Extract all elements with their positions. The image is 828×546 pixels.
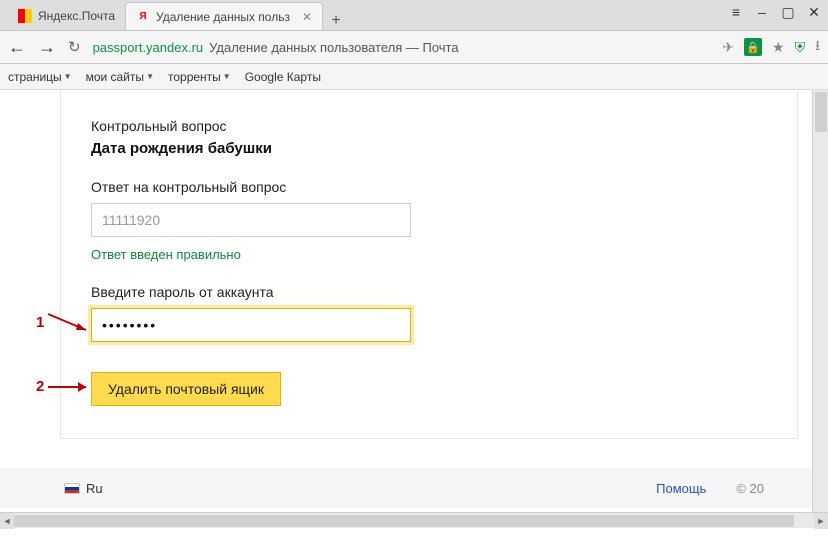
- bookmarks-bar: страницы▼ мои сайты▼ торренты▼ Google Ка…: [0, 64, 828, 90]
- maximize-icon[interactable]: ▢: [780, 4, 796, 21]
- forward-icon[interactable]: →: [38, 37, 56, 58]
- menu-icon[interactable]: ≡: [728, 4, 744, 21]
- answer-ok-message: Ответ введен правильно: [91, 247, 767, 262]
- close-icon[interactable]: ✕: [302, 10, 312, 24]
- download-icon[interactable]: ⭳: [815, 35, 820, 59]
- lock-icon[interactable]: 🔒: [744, 38, 762, 56]
- send-icon[interactable]: ✈: [722, 39, 734, 56]
- tab-bar: Яндекс.Почта Я Удаление данных польз ✕ +…: [0, 0, 828, 30]
- address-bar: ← → ↻ passport.yandex.ru Удаление данных…: [0, 30, 828, 64]
- star-icon[interactable]: ★: [772, 39, 785, 56]
- window-controls: ≡ – ▢ ✕: [728, 4, 822, 21]
- shield-icon[interactable]: ⛨: [795, 39, 806, 56]
- page-footer: Ru Помощь © 20: [0, 468, 828, 508]
- bookmark-pages[interactable]: страницы▼: [8, 70, 72, 84]
- language-switch[interactable]: Ru: [64, 481, 103, 496]
- language-label: Ru: [86, 481, 103, 496]
- delete-mailbox-button[interactable]: Удалить почтовый ящик: [91, 372, 281, 406]
- vertical-scrollbar[interactable]: [812, 90, 828, 512]
- back-icon[interactable]: ←: [8, 37, 26, 58]
- favicon-yandex: [18, 9, 32, 23]
- form-card: Контрольный вопрос Дата рождения бабушки…: [60, 90, 798, 439]
- security-question-label: Контрольный вопрос: [91, 118, 767, 134]
- horizontal-scrollbar[interactable]: ◄ ►: [0, 512, 828, 528]
- password-label: Введите пароль от аккаунта: [91, 284, 767, 300]
- chevron-down-icon: ▼: [146, 72, 154, 81]
- favicon-ya: Я: [136, 10, 150, 24]
- annotation-1: 1: [36, 310, 94, 334]
- tab-yandex-mail[interactable]: Яндекс.Почта: [8, 2, 125, 30]
- password-input[interactable]: [91, 308, 411, 342]
- arrow-icon: [46, 310, 94, 334]
- url-field[interactable]: passport.yandex.ru Удаление данных польз…: [93, 40, 711, 55]
- reload-icon[interactable]: ↻: [68, 38, 81, 56]
- url-title: Удаление данных пользователя — Почта: [209, 40, 458, 55]
- new-tab-button[interactable]: +: [323, 12, 349, 30]
- help-link[interactable]: Помощь: [656, 481, 706, 496]
- copyright-text: © 20: [736, 481, 764, 496]
- close-window-icon[interactable]: ✕: [806, 4, 822, 21]
- page-viewport: Контрольный вопрос Дата рождения бабушки…: [0, 90, 828, 528]
- scroll-thumb[interactable]: [14, 515, 794, 527]
- chevron-down-icon: ▼: [223, 72, 231, 81]
- scroll-right-icon[interactable]: ►: [814, 513, 828, 529]
- bookmark-torrents[interactable]: торренты▼: [168, 70, 231, 84]
- browser-chrome: Яндекс.Почта Я Удаление данных польз ✕ +…: [0, 0, 828, 90]
- answer-input[interactable]: [91, 203, 411, 237]
- flag-ru-icon: [64, 483, 80, 494]
- bookmark-gmaps[interactable]: Google Карты: [245, 70, 321, 84]
- bookmark-mysites[interactable]: мои сайты▼: [86, 70, 154, 84]
- answer-label: Ответ на контрольный вопрос: [91, 179, 767, 195]
- scroll-left-icon[interactable]: ◄: [0, 513, 14, 529]
- chevron-down-icon: ▼: [64, 72, 72, 81]
- tab-delete-data[interactable]: Я Удаление данных польз ✕: [125, 2, 323, 30]
- scroll-thumb[interactable]: [815, 92, 827, 132]
- tab-label: Удаление данных польз: [156, 10, 290, 24]
- minimize-icon[interactable]: –: [754, 4, 770, 21]
- url-host: passport.yandex.ru: [93, 40, 204, 55]
- annotation-2: 2: [36, 378, 94, 395]
- arrow-icon: [46, 379, 94, 395]
- security-question-text: Дата рождения бабушки: [91, 140, 767, 157]
- tab-label: Яндекс.Почта: [38, 9, 115, 23]
